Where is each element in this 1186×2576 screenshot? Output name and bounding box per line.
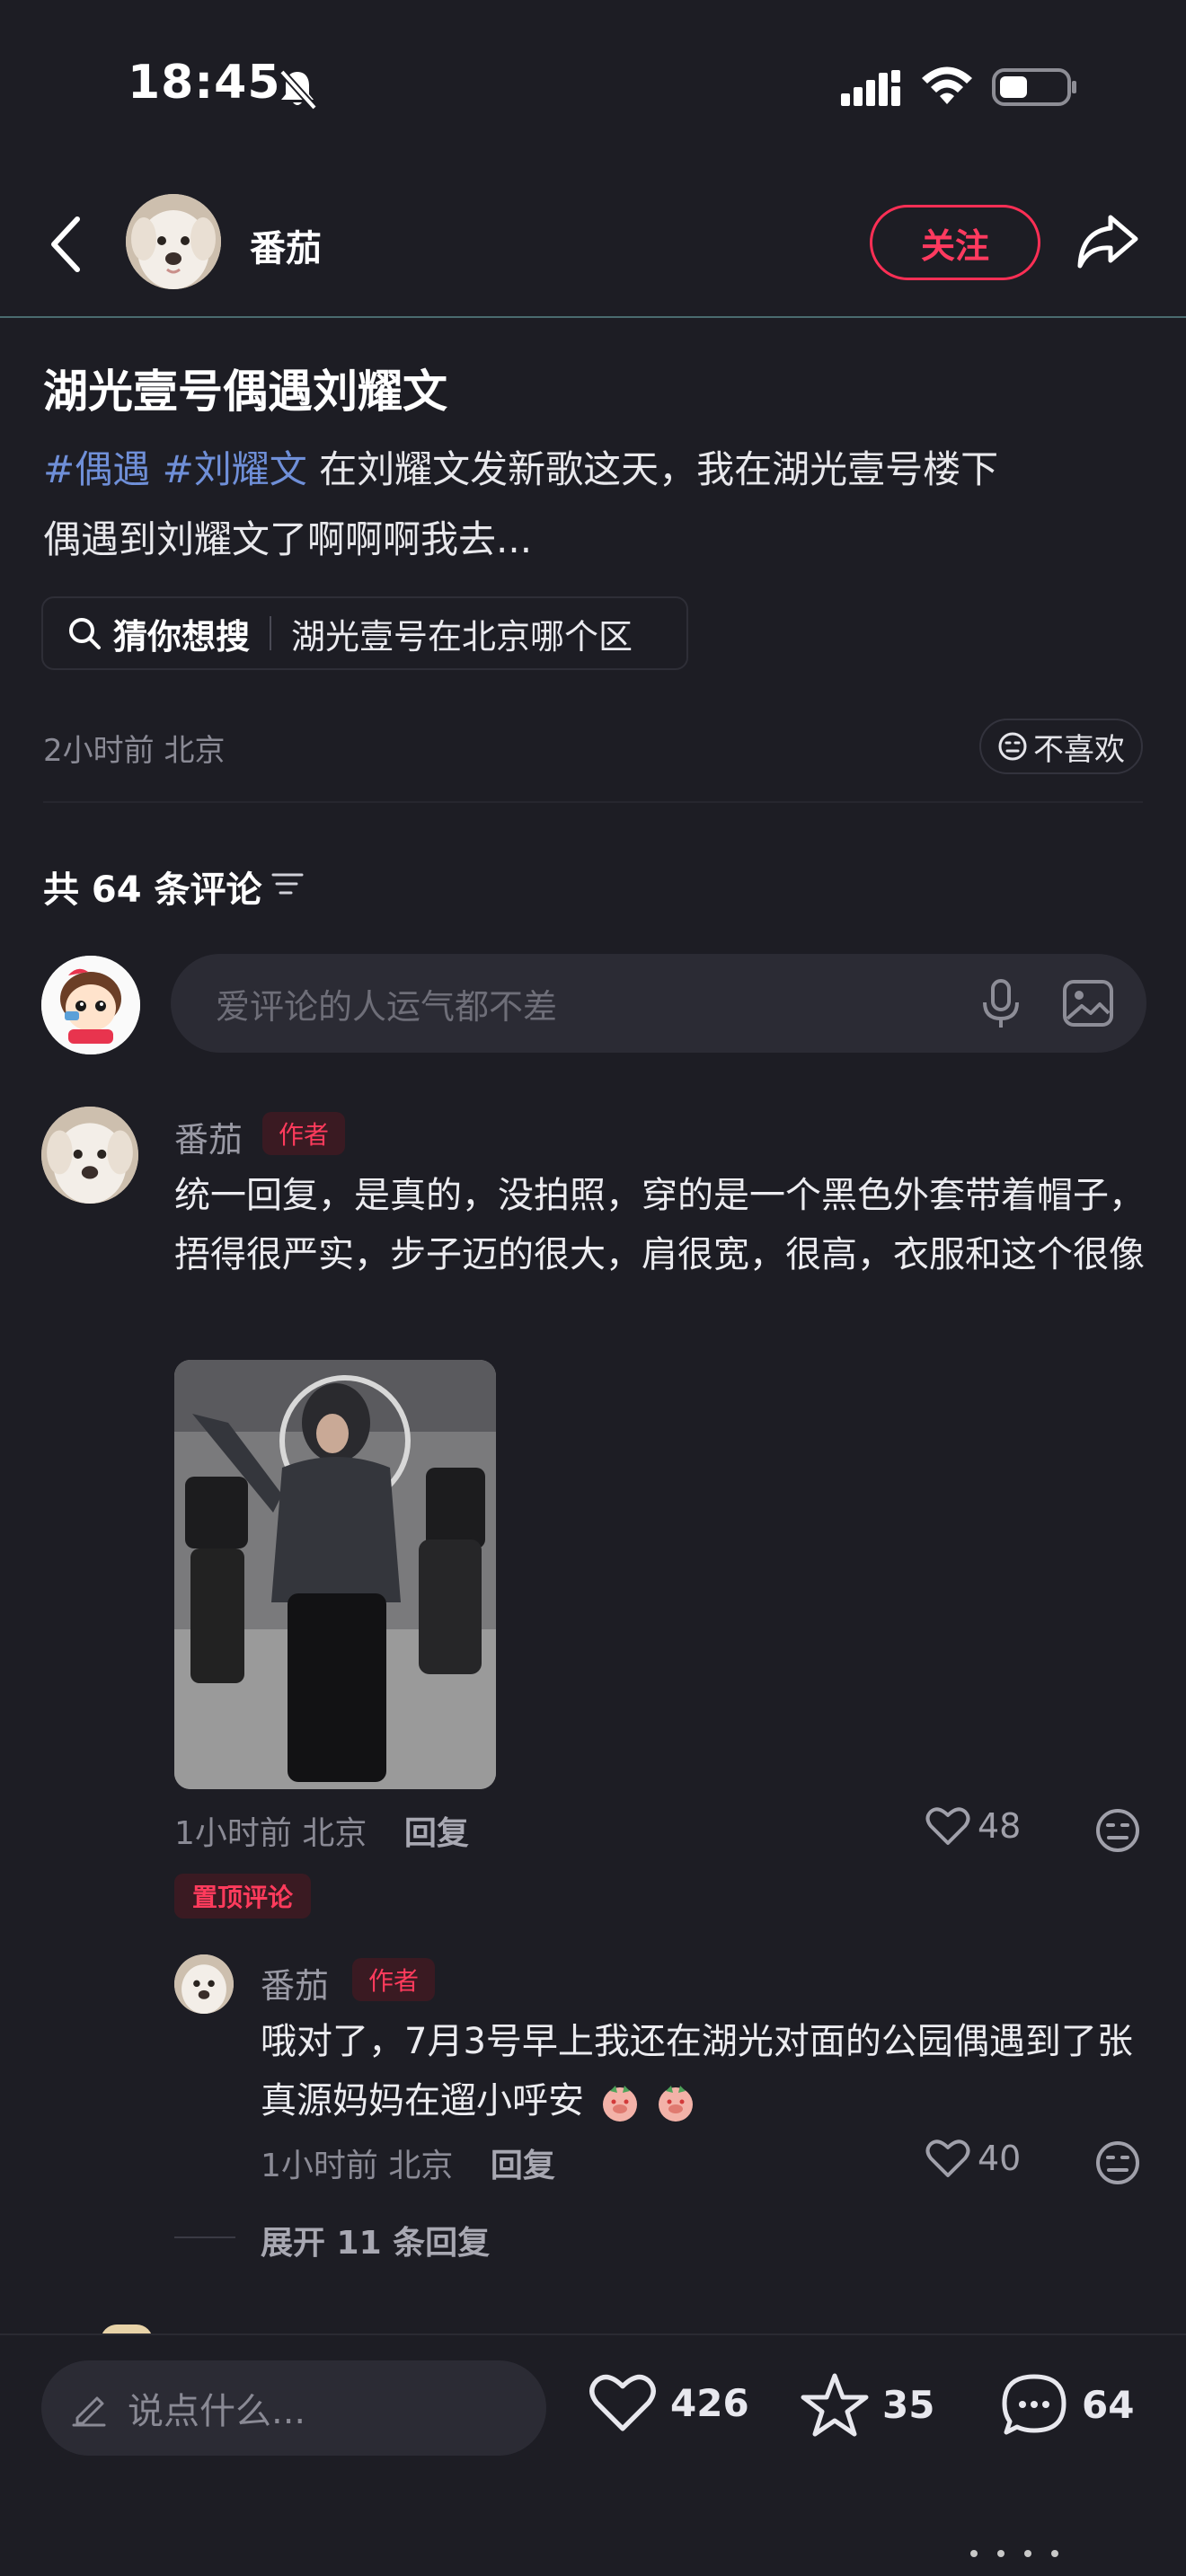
pig-emoji-icon (659, 2086, 694, 2122)
dance-photo-image (174, 1360, 496, 1789)
bottom-input-placeholder: 说点什么... (128, 2391, 306, 2432)
post-body-line2: 偶遇到刘耀文了啊啊啊我去... (43, 517, 533, 561)
like-count: 426 (670, 2380, 749, 2425)
comment-meta: 1小时前 北京 回复 (174, 1807, 469, 1854)
dog-avatar-image (126, 194, 221, 289)
comment-count-bottom: 64 (1082, 2382, 1135, 2427)
mic-icon[interactable] (976, 977, 1026, 1031)
reply-name[interactable]: 番茄 (261, 1958, 329, 2007)
back-button[interactable] (40, 208, 93, 280)
pinned-badge: 置顶评论 (174, 1874, 311, 1919)
comment-time-location: 1小时前 北京 (174, 1815, 367, 1852)
reply-text-content: 哦对了，7月3号早上我还在湖光对面的公园偶遇到了张真源妈妈在遛小呼安 (261, 2021, 1133, 2122)
dog-avatar-image (174, 1954, 234, 2014)
pig-emoji-icon (602, 2086, 637, 2122)
my-avatar[interactable] (41, 956, 140, 1054)
hashtag-link[interactable]: #偶遇 (43, 447, 150, 491)
dislike-face-icon[interactable] (1094, 1807, 1141, 1854)
reply-like-button[interactable]: 40 (925, 2138, 1021, 2179)
follow-button[interactable]: 关注 (870, 205, 1040, 280)
pencil-icon (72, 2396, 106, 2427)
wifi-icon (922, 66, 972, 104)
battery-icon (992, 68, 1076, 106)
sort-icon[interactable] (270, 868, 305, 900)
search-chip-label: 猜你想搜 (113, 616, 251, 657)
post-body-line1: 在刘耀文发新歌这天，我在湖光壹号楼下 (306, 447, 999, 491)
suggested-search-chip[interactable]: 猜你想搜 湖光壹号在北京哪个区 (41, 596, 688, 670)
dislike-label: 不喜欢 (1033, 731, 1125, 768)
comment-count: 共 64 条评论 (43, 869, 262, 911)
comment-like-count: 48 (978, 1806, 1022, 1846)
dislike-button[interactable]: 不喜欢 (979, 719, 1143, 774)
dog-avatar-image (41, 1107, 138, 1204)
reply-text: 哦对了，7月3号早上我还在湖光对面的公园偶遇到了张真源妈妈在遛小呼安 (261, 2012, 1150, 2130)
chip-separator (270, 616, 272, 650)
author-avatar[interactable] (126, 194, 221, 289)
search-chip-query: 湖光壹号在北京哪个区 (291, 616, 633, 657)
status-time: 18:45 (128, 56, 281, 110)
heart-icon (925, 2139, 970, 2177)
search-icon (69, 618, 101, 649)
favorite-count: 35 (882, 2382, 935, 2427)
heart-icon (925, 1807, 970, 1845)
bell-off-icon (279, 69, 317, 110)
header-divider (0, 316, 1186, 318)
reply-button[interactable]: 回复 (491, 2148, 555, 2184)
meh-face-icon (998, 732, 1027, 761)
comment-text: 统一回复，是真的，没拍照，穿的是一个黑色外套带着帽子，捂得很严实，步子迈的很大，… (174, 1175, 1145, 1275)
reply-avatar[interactable] (174, 1954, 234, 2014)
back-icon (51, 216, 80, 272)
expand-replies-button[interactable]: 展开 11 条回复 (261, 2217, 490, 2263)
hashtag-link[interactable]: #刘耀文 (163, 447, 307, 491)
post-title: 湖光壹号偶遇刘耀文 (43, 366, 447, 418)
favorite-button[interactable]: 35 (800, 2371, 934, 2438)
post-body: #偶遇 #刘耀文 在刘耀文发新歌这天，我在湖光壹号楼下 偶遇到刘耀文了啊啊啊我去… (43, 435, 1157, 575)
commenter-name[interactable]: 番茄 (174, 1112, 243, 1161)
author-badge: 作者 (352, 1958, 435, 2001)
comment-bubble-icon (1002, 2374, 1067, 2435)
comment-photo[interactable] (174, 1360, 496, 1789)
watermark-dots (970, 2550, 1058, 2557)
star-icon (801, 2373, 869, 2437)
divider (43, 801, 1143, 803)
dislike-face-icon[interactable] (1094, 2139, 1141, 2186)
reply-time-location: 1小时前 北京 (261, 2148, 454, 2184)
reply-like-count: 40 (978, 2139, 1022, 2178)
share-icon[interactable] (1075, 208, 1141, 275)
heart-icon (589, 2374, 656, 2431)
author-name[interactable]: 番茄 (250, 219, 322, 271)
cartoon-avatar-image (41, 956, 140, 1054)
bottom-comment-input[interactable]: 说点什么... (41, 2360, 546, 2456)
like-button[interactable]: 426 (588, 2371, 749, 2434)
comment-like-button[interactable]: 48 (925, 1805, 1021, 1847)
image-icon[interactable] (1062, 979, 1114, 1028)
expand-divider (174, 2236, 235, 2238)
reply-meta: 1小时前 北京 回复 (261, 2139, 555, 2186)
author-badge: 作者 (262, 1112, 345, 1155)
post-meta: 2小时前 北京 (43, 733, 226, 769)
signal-icon (841, 70, 900, 106)
reply-button[interactable]: 回复 (404, 1815, 469, 1852)
commenter-avatar[interactable] (41, 1107, 138, 1204)
comment-button[interactable]: 64 (999, 2371, 1134, 2438)
